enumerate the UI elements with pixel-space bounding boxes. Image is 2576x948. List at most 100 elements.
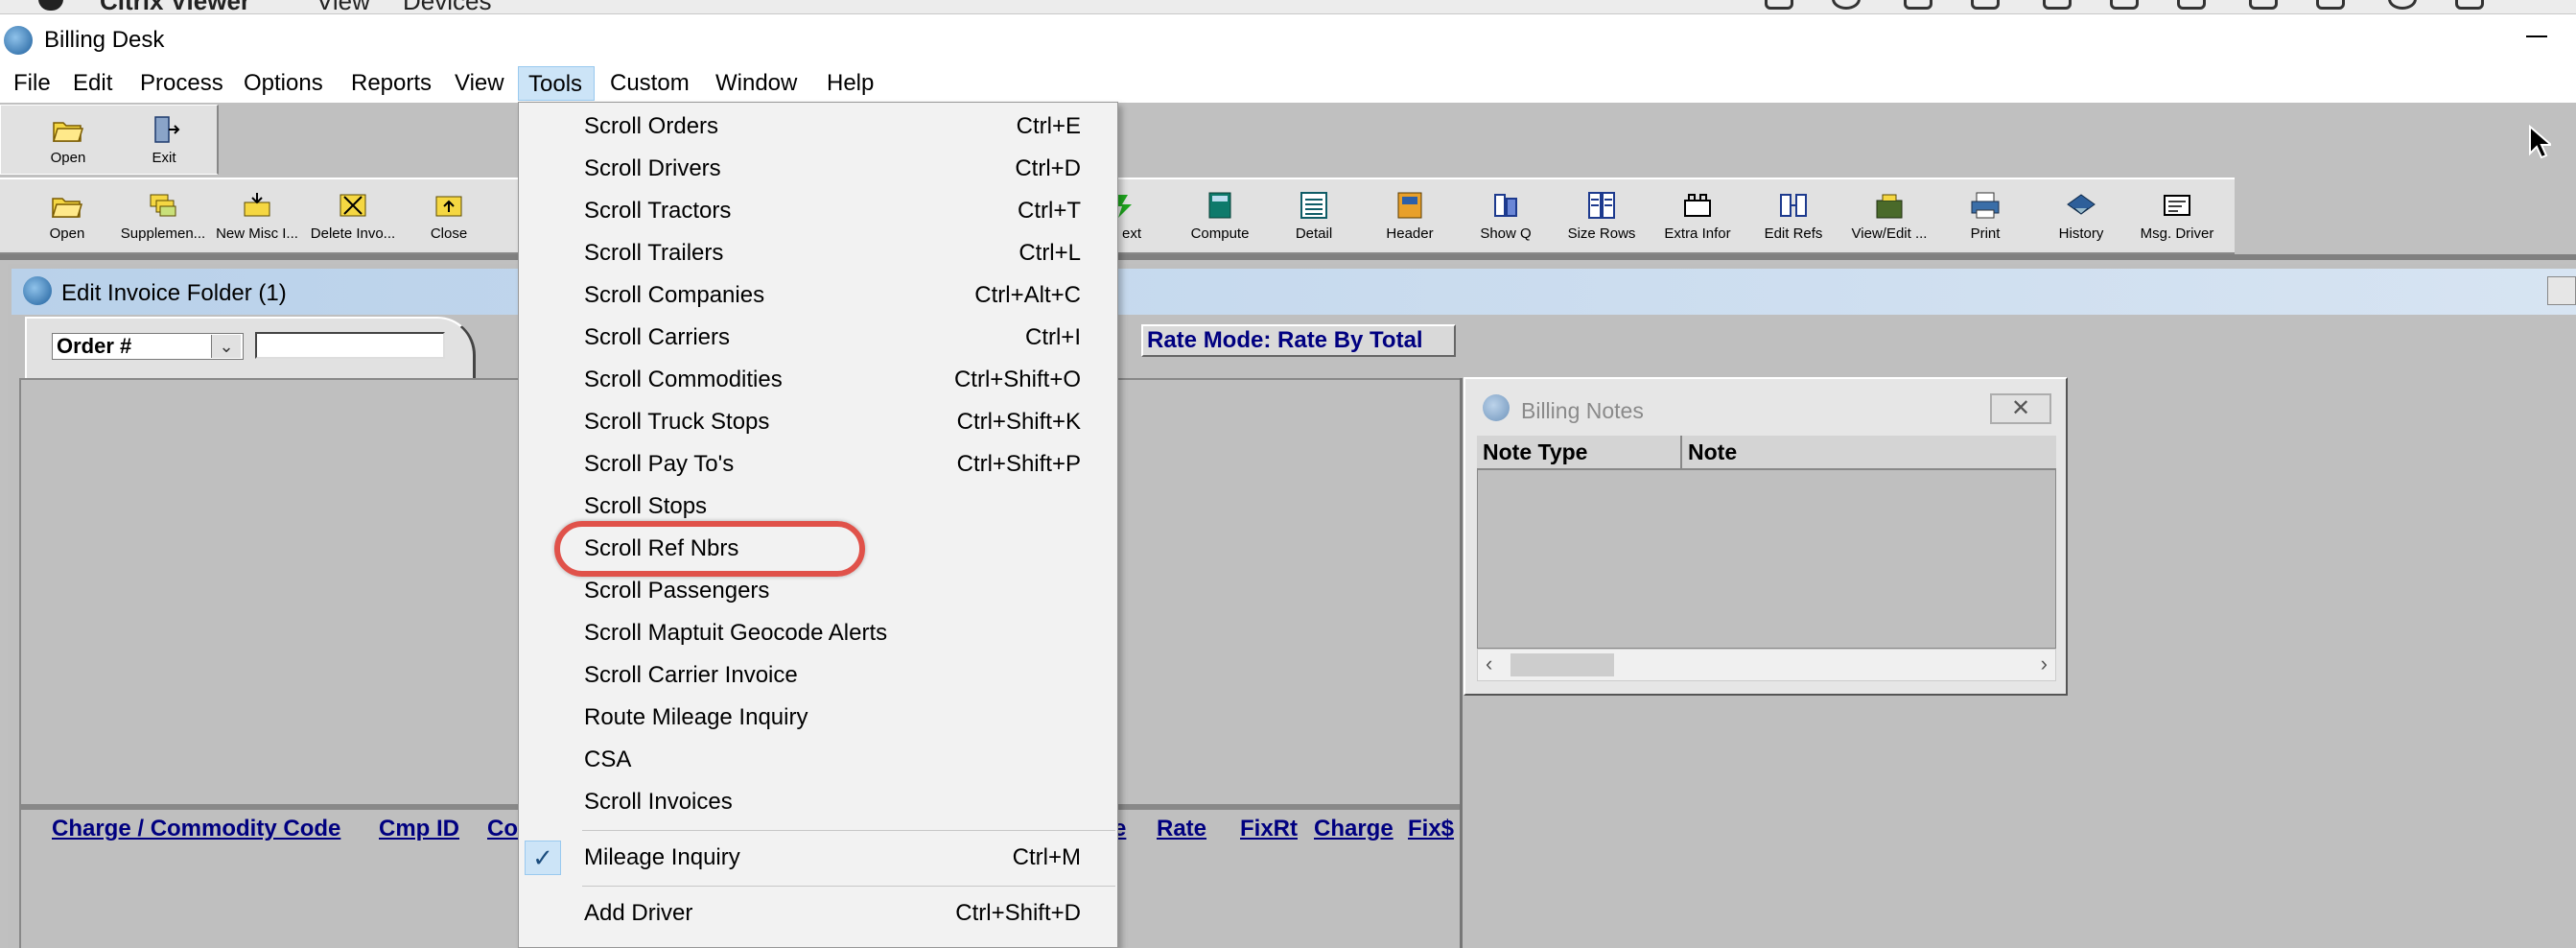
close-icon[interactable]: ✕ [1990, 393, 2051, 424]
menu-item-route-mileage-inquiry[interactable]: Route Mileage Inquiry [519, 697, 1117, 739]
tray-icon[interactable] [2177, 0, 2206, 10]
tray-icon[interactable] [1971, 0, 2000, 10]
chevron-right-icon[interactable]: › [2041, 652, 2048, 676]
tray-icon[interactable] [2043, 0, 2072, 10]
supplement-icon [150, 194, 176, 217]
checkmark-icon: ✓ [525, 841, 561, 875]
menu-item-add-driver[interactable]: Add Driver Ctrl+Shift+D [519, 892, 1117, 935]
menu-item-scroll-truck-stops[interactable]: Scroll Truck Stops Ctrl+Shift+K [519, 401, 1117, 443]
tray-icon[interactable] [2249, 0, 2278, 10]
toolbar-detail-button[interactable]: Detail [1266, 191, 1362, 242]
column-header-note[interactable]: Note [1682, 436, 2056, 470]
toolbar-print-button[interactable]: Print [1937, 191, 2033, 242]
app-logo-icon [4, 26, 33, 55]
menu-item-scroll-carrier-invoice[interactable]: Scroll Carrier Invoice [519, 654, 1117, 697]
tray-icon[interactable] [2316, 0, 2345, 10]
os-menu-view[interactable]: View [316, 0, 370, 13]
toolbar-header-button[interactable]: Header [1362, 191, 1458, 242]
menu-tools[interactable]: Tools [518, 66, 595, 101]
toolbar-msg-driver-button[interactable]: Msg. Driver [2129, 191, 2225, 242]
menu-window[interactable]: Window [706, 66, 807, 101]
toolbar-size-rows-button[interactable]: Size Rows [1554, 191, 1650, 242]
os-app-name[interactable]: Citrix Viewer [100, 0, 250, 13]
exit-button[interactable]: Exit [116, 115, 212, 166]
restore-button[interactable] [2547, 276, 2576, 305]
menu-file[interactable]: File [4, 66, 60, 101]
edit-invoice-caption: Edit Invoice Folder (1) [12, 269, 2576, 315]
mdi-divider [0, 254, 2576, 260]
menu-view[interactable]: View [445, 66, 514, 101]
show-q-icon [1494, 194, 1517, 217]
minimize-icon[interactable] [2526, 36, 2547, 37]
menu-item-scroll-tractors[interactable]: Scroll Tractors Ctrl+T [519, 190, 1117, 232]
rate-mode-label[interactable]: Rate Mode: Rate By Total [1141, 324, 1456, 357]
pane-border [1460, 378, 1463, 948]
toolbar-show-q-button[interactable]: Show Q [1458, 191, 1554, 242]
toolbar-delete-invoice-button[interactable]: Delete Invo... [305, 191, 401, 242]
menu-item-scroll-carriers[interactable]: Scroll Carriers Ctrl+I [519, 317, 1117, 359]
menu-process[interactable]: Process [130, 66, 233, 101]
toolbar-view-edit-button[interactable]: View/Edit ... [1841, 191, 1937, 242]
os-menu-bar: Citrix Viewer View Devices [0, 0, 2576, 14]
menu-item-scroll-trailers[interactable]: Scroll Trailers Ctrl+L [519, 232, 1117, 274]
close-folder-icon [435, 196, 462, 217]
menu-item-scroll-drivers[interactable]: Scroll Drivers Ctrl+D [519, 148, 1117, 190]
app-logo-icon [23, 276, 52, 305]
toolbar-supplement-button[interactable]: Supplemen... [115, 191, 211, 242]
printer-icon [1971, 192, 2000, 219]
menu-item-scroll-pay-tos[interactable]: Scroll Pay To's Ctrl+Shift+P [519, 443, 1117, 486]
menu-options[interactable]: Options [234, 66, 333, 101]
horizontal-scrollbar[interactable]: ‹ › [1477, 649, 2056, 681]
os-menu-devices[interactable]: Devices [403, 0, 491, 13]
exit-door-icon [154, 116, 180, 143]
toolbar-new-misc-button[interactable]: New Misc I... [209, 191, 305, 242]
chevron-left-icon[interactable]: ‹ [1486, 652, 1492, 676]
tray-icon[interactable] [2110, 0, 2139, 10]
column-header-fix-dollar[interactable]: Fix$ [1408, 816, 1454, 842]
menu-item-scroll-invoices[interactable]: Scroll Invoices [519, 781, 1117, 823]
tray-icon[interactable] [1765, 0, 1793, 10]
column-header-rate[interactable]: Rate [1157, 816, 1206, 842]
menu-item-scroll-companies[interactable]: Scroll Companies Ctrl+Alt+C [519, 274, 1117, 317]
delete-invoice-icon [340, 194, 366, 217]
tray-icon[interactable] [1904, 0, 1932, 10]
menu-item-csa[interactable]: CSA [519, 739, 1117, 781]
column-header-note-type[interactable]: Note Type [1477, 436, 1682, 470]
scrollbar-thumb[interactable] [1510, 653, 1614, 676]
toolbar-extra-info-button[interactable]: Extra Infor [1650, 191, 1745, 242]
toolbar-close-button[interactable]: Close [401, 191, 497, 242]
app-logo-icon [1483, 394, 1510, 421]
toolbar-compute-button[interactable]: Compute [1172, 191, 1268, 242]
menu-custom[interactable]: Custom [600, 66, 699, 101]
menu-reports[interactable]: Reports [341, 66, 441, 101]
column-header-cmp-id[interactable]: Cmp ID [379, 816, 459, 842]
new-misc-icon [244, 193, 270, 217]
header-icon [1397, 192, 1422, 219]
toolbar-history-button[interactable]: History [2033, 191, 2129, 242]
toolbar-edit-refs-button[interactable]: Edit Refs [1745, 191, 1841, 242]
column-header-co[interactable]: Co [487, 816, 518, 842]
edit-refs-icon [1780, 194, 1807, 217]
menu-item-scroll-maptuit-alerts[interactable]: Scroll Maptuit Geocode Alerts [519, 612, 1117, 654]
menu-edit[interactable]: Edit [63, 66, 122, 101]
search-icon[interactable] [2388, 0, 2417, 10]
size-rows-icon [1588, 192, 1615, 219]
menu-separator [582, 886, 1115, 887]
history-icon [2067, 194, 2096, 215]
toolbar-open-button[interactable]: Open [19, 191, 115, 242]
menu-item-mileage-inquiry[interactable]: ✓ Mileage Inquiry Ctrl+M [519, 837, 1117, 879]
open-button[interactable]: Open [20, 115, 116, 166]
column-header-charge-code[interactable]: Charge / Commodity Code [52, 816, 340, 842]
detail-icon [1300, 192, 1327, 219]
chevron-down-icon[interactable]: ⌄ [211, 335, 241, 358]
tray-icon[interactable] [2455, 0, 2484, 10]
apple-icon[interactable] [38, 0, 63, 11]
order-number-input[interactable] [255, 332, 445, 359]
tray-icon[interactable] [1832, 0, 1861, 10]
menu-help[interactable]: Help [817, 66, 883, 101]
column-header-fixrt[interactable]: FixRt [1240, 816, 1298, 842]
menu-item-scroll-commodities[interactable]: Scroll Commodities Ctrl+Shift+O [519, 359, 1117, 401]
column-header-charge[interactable]: Charge [1314, 816, 1393, 842]
toolbar-top: Open Exit [0, 105, 219, 175]
menu-item-scroll-orders[interactable]: Scroll Orders Ctrl+E [519, 106, 1117, 148]
